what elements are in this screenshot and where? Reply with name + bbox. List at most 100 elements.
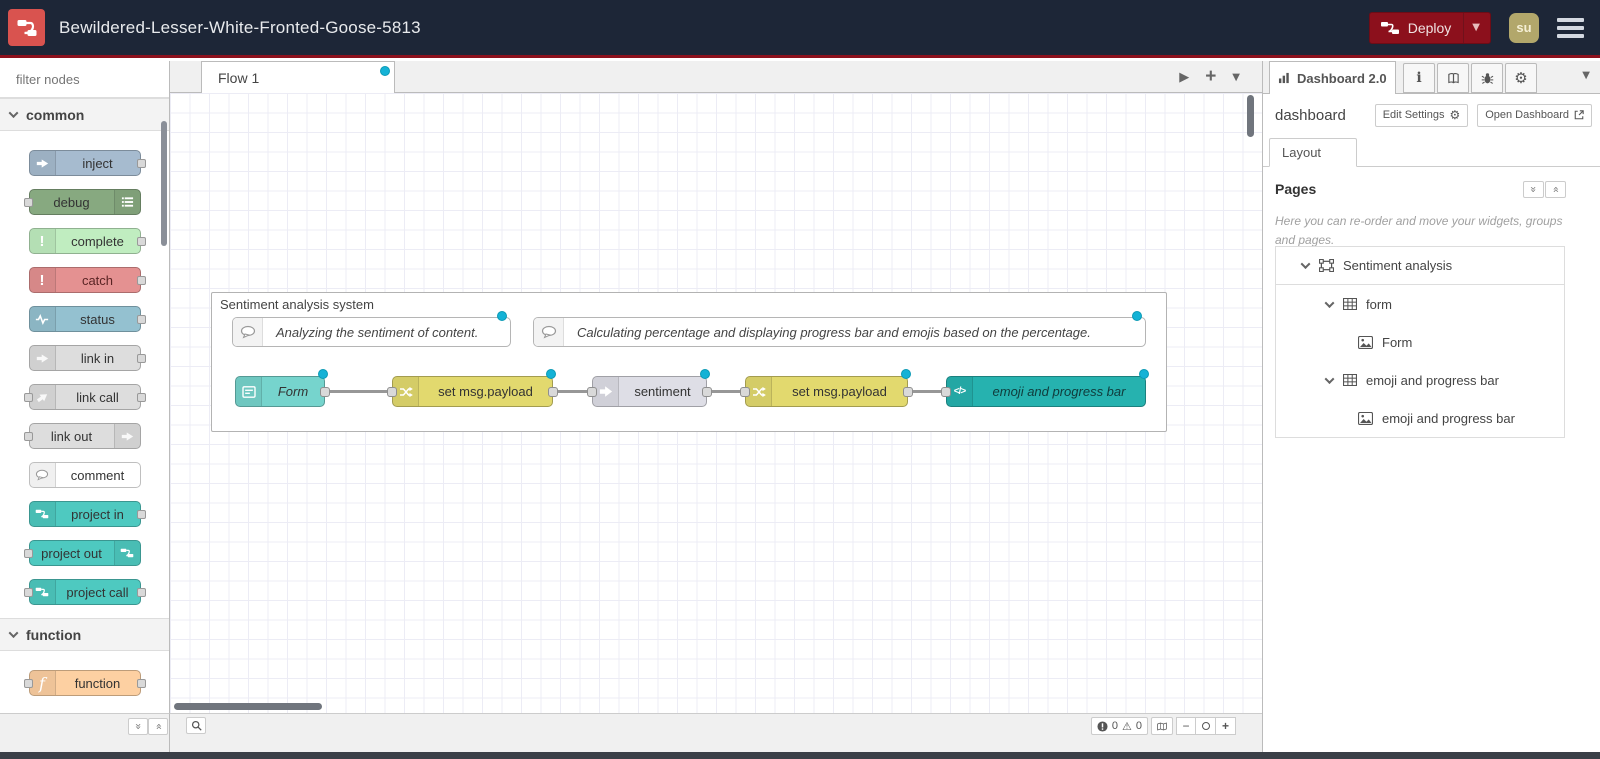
node-red-logo-icon xyxy=(8,9,45,46)
book-icon xyxy=(1447,72,1459,83)
canvas-vertical-scrollbar[interactable] xyxy=(1247,95,1254,137)
info-icon: i xyxy=(1416,70,1422,86)
palette-node-debug[interactable]: debug xyxy=(23,189,141,215)
input-port[interactable] xyxy=(941,387,951,397)
move-down-button[interactable]: » xyxy=(1545,181,1566,198)
next-tab-icon[interactable]: ▶ xyxy=(1179,70,1189,85)
page-icon xyxy=(1319,259,1334,272)
output-port xyxy=(136,354,146,363)
sidebar-tabs-caret-icon[interactable]: ▼ xyxy=(1582,70,1590,81)
tab-layout[interactable]: Layout xyxy=(1269,138,1357,167)
tree-item-widget-emoji-and-progress-bar[interactable]: emoji and progress bar xyxy=(1276,399,1564,437)
expand-all-button[interactable]: » xyxy=(148,718,168,735)
palette-scrollbar[interactable] xyxy=(161,121,167,246)
palette-node-link-in[interactable]: link in xyxy=(28,345,146,371)
palette-node-complete[interactable]: ! complete xyxy=(28,228,146,254)
external-link-icon xyxy=(1574,110,1584,120)
open-dashboard-button[interactable]: Open Dashboard xyxy=(1477,103,1592,127)
grid-icon xyxy=(1343,298,1357,310)
output-port[interactable] xyxy=(903,387,913,397)
comment-node[interactable]: Analyzing the sentiment of content. xyxy=(232,311,511,347)
zoom-reset-button[interactable] xyxy=(1196,717,1216,735)
dashboard-section-title: dashboard xyxy=(1275,106,1346,124)
navigator-button[interactable] xyxy=(1151,717,1173,735)
collapse-all-button[interactable]: » xyxy=(128,718,148,735)
notification-counts[interactable]: 0 ⚠ 0 xyxy=(1090,717,1148,735)
error-count: 0 xyxy=(1111,720,1118,732)
project-icon xyxy=(29,502,56,526)
deploy-options-caret-icon[interactable]: ▼ xyxy=(1472,22,1480,33)
node-change-1[interactable]: set msg.payload xyxy=(387,369,558,407)
zoom-out-button[interactable]: − xyxy=(1176,717,1196,735)
palette-node-project-in[interactable]: project in xyxy=(28,501,146,527)
palette-node-inject[interactable]: inject xyxy=(28,150,146,176)
node-palette: common inject debug ! compl xyxy=(0,61,170,713)
header-bar: Bewildered-Lesser-White-Fronted-Goose-58… xyxy=(0,0,1600,58)
comment-node[interactable]: Calculating percentage and displaying pr… xyxy=(533,311,1146,347)
tab-info[interactable]: i xyxy=(1403,63,1435,93)
tree-item-widget-form[interactable]: Form xyxy=(1276,323,1564,361)
output-port[interactable] xyxy=(548,387,558,397)
pages-header-row: Pages » » xyxy=(1275,181,1588,205)
layout-tree: Sentiment analysis form Form emoji and p… xyxy=(1275,246,1565,438)
chevron-down-icon[interactable] xyxy=(1300,259,1311,270)
palette-node-comment[interactable]: comment xyxy=(28,462,141,488)
canvas-horizontal-scrollbar[interactable] xyxy=(174,703,322,710)
tree-item-page-sentiment-analysis[interactable]: Sentiment analysis xyxy=(1276,247,1564,285)
palette-category-common[interactable]: common xyxy=(0,98,169,131)
node-form[interactable]: Form xyxy=(235,369,330,407)
palette-node-project-call[interactable]: project call xyxy=(23,579,146,605)
main-menu-icon[interactable] xyxy=(1557,17,1584,38)
sidebar: Dashboard 2.0 i ⚙ ▼ dashboard Edit Setti… xyxy=(1262,61,1600,752)
tab-dashboard-2[interactable]: Dashboard 2.0 xyxy=(1269,61,1396,94)
tree-item-group-form[interactable]: form xyxy=(1276,285,1564,323)
palette-node-link-out[interactable]: link out xyxy=(23,423,141,449)
tab-debug[interactable] xyxy=(1471,63,1503,93)
output-port xyxy=(136,588,146,597)
input-port[interactable] xyxy=(740,387,750,397)
node-changed-dot xyxy=(1139,369,1149,379)
palette-node-function[interactable]: f function xyxy=(23,670,146,696)
zoom-in-button[interactable]: + xyxy=(1216,717,1236,735)
deploy-button[interactable]: Deploy ▼ xyxy=(1368,11,1491,44)
tab-help[interactable] xyxy=(1437,63,1469,93)
filter-nodes-input[interactable] xyxy=(14,70,169,88)
palette-node-project-out[interactable]: project out xyxy=(23,540,141,566)
group-sentiment-analysis-system[interactable]: Sentiment analysis system xyxy=(211,292,1167,432)
map-icon xyxy=(1157,722,1167,730)
user-avatar[interactable]: su xyxy=(1509,12,1539,43)
add-flow-button[interactable]: + xyxy=(1205,66,1216,88)
chevron-down-icon[interactable] xyxy=(1324,373,1335,384)
output-port xyxy=(136,237,146,246)
input-port xyxy=(23,588,33,597)
speech-bubble-icon xyxy=(534,318,564,346)
input-port[interactable] xyxy=(587,387,597,397)
node-changed-dot xyxy=(318,369,328,379)
output-port[interactable] xyxy=(702,387,712,397)
palette-category-function[interactable]: function xyxy=(0,618,169,651)
node-template[interactable]: </> emoji and progress bar xyxy=(941,369,1149,407)
project-icon xyxy=(29,580,56,604)
flow-list-caret-icon[interactable]: ▼ xyxy=(1232,72,1240,83)
pages-description: Here you can re-order and move your widg… xyxy=(1275,214,1563,247)
gear-icon: ⚙ xyxy=(1449,108,1461,122)
input-port xyxy=(23,198,33,207)
tab-flow-1[interactable]: Flow 1 xyxy=(201,61,395,93)
flow-canvas[interactable]: Sentiment analysis system Analyzing the … xyxy=(170,93,1262,713)
node-changed-dot xyxy=(497,311,507,321)
node-change-2[interactable]: set msg.payload xyxy=(740,369,913,407)
grid-icon xyxy=(1343,374,1357,386)
palette-node-catch[interactable]: ! catch xyxy=(28,267,146,293)
tree-item-group-emoji-and-progress-bar[interactable]: emoji and progress bar xyxy=(1276,361,1564,399)
palette-node-link-call[interactable]: link call xyxy=(23,384,146,410)
edit-settings-button[interactable]: Edit Settings ⚙ xyxy=(1374,103,1469,127)
palette-node-status[interactable]: status xyxy=(28,306,146,332)
input-port[interactable] xyxy=(387,387,397,397)
zoom-controls: − + xyxy=(1176,717,1236,735)
canvas-search-button[interactable] xyxy=(186,717,206,734)
move-up-button[interactable]: » xyxy=(1523,181,1544,198)
tab-config[interactable]: ⚙ xyxy=(1505,63,1537,93)
node-sentiment[interactable]: sentiment xyxy=(587,369,712,407)
output-port[interactable] xyxy=(320,387,330,397)
chevron-down-icon[interactable] xyxy=(1324,297,1335,308)
